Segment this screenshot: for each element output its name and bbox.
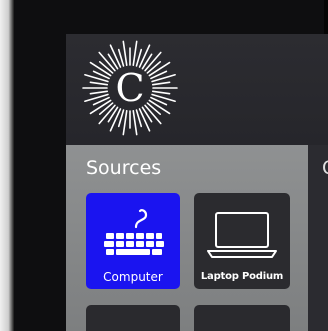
source-tile-partial[interactable] (194, 305, 290, 331)
sources-panel: Sources Computer Laptop Podium (66, 145, 308, 331)
laptop-icon (207, 212, 277, 258)
source-tile-partial[interactable] (86, 305, 180, 331)
touch-panel-screen: C Sources Computer Laptop Podium (66, 34, 328, 331)
source-tile-computer[interactable]: Computer (86, 193, 180, 289)
monitor-bezel (0, 0, 14, 331)
right-panel: C (308, 145, 328, 331)
right-panel-title: C (322, 157, 328, 179)
tile-label-computer: Computer (103, 270, 163, 284)
source-tile-laptop-podium[interactable]: Laptop Podium (194, 193, 290, 289)
keyboard-icon (104, 209, 164, 255)
header-bar: C (66, 34, 328, 145)
brand-logo: C (80, 38, 180, 138)
circle-icon (194, 305, 290, 331)
tile-label-laptop-podium: Laptop Podium (200, 271, 284, 282)
sources-title: Sources (86, 157, 162, 179)
logo-letter: C (115, 66, 145, 110)
